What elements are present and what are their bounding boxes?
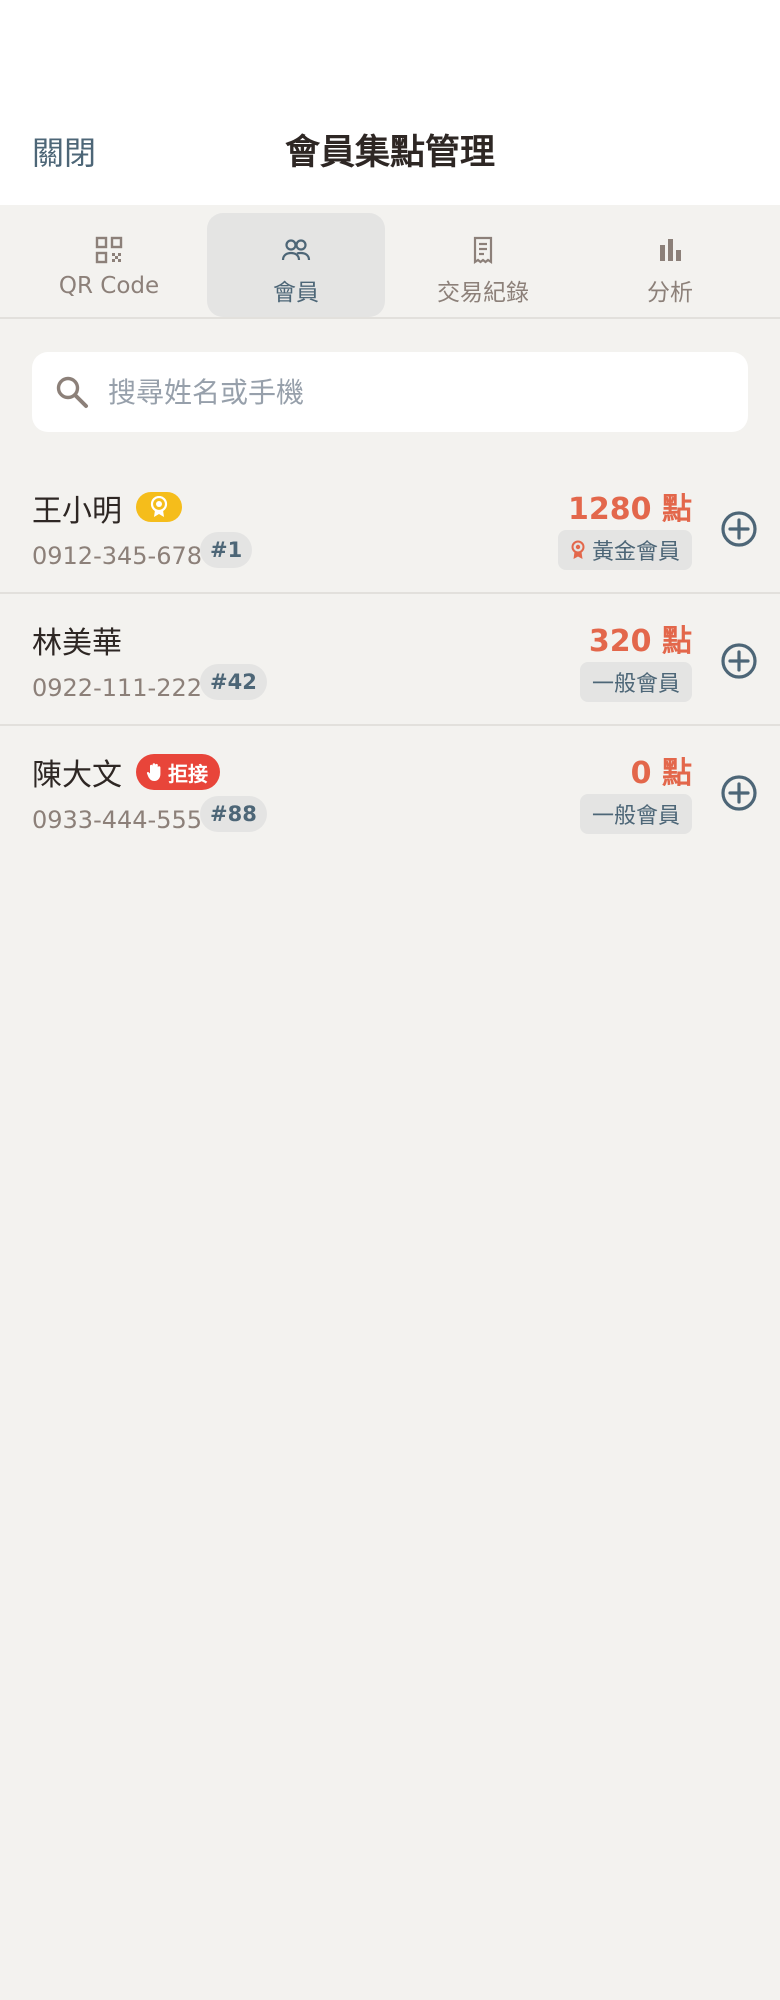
reject-badge: 拒接 xyxy=(136,754,220,790)
tab-members[interactable]: 會員 xyxy=(207,213,385,317)
list-item[interactable]: 陳大文 拒接 0933-444-555 #88 0 點 一般會員 xyxy=(0,726,780,858)
tab-label: 會員 xyxy=(273,280,319,306)
gold-badge xyxy=(136,492,182,522)
member-level: 黃金會員 xyxy=(591,540,680,565)
add-points-button[interactable] xyxy=(720,510,758,548)
page-title: 會員集點管理 xyxy=(284,133,495,173)
gold-medal-icon xyxy=(150,496,168,517)
member-level-badge: 黃金會員 xyxy=(557,530,692,570)
tab-transactions[interactable]: 交易紀錄 xyxy=(394,213,572,317)
hand-stop-icon xyxy=(146,763,161,781)
tab-label: QR Code xyxy=(58,273,160,299)
member-name: 王小明 xyxy=(32,494,122,529)
add-points-button[interactable] xyxy=(720,642,758,680)
list-item[interactable]: 王小明 0912-345-678 #1 1280 點 黃金會員 xyxy=(0,462,780,594)
receipt-icon xyxy=(473,236,493,265)
add-points-button[interactable] xyxy=(720,774,758,812)
list-item[interactable]: 林美華 0922-111-222 #42 320 點 一般會員 xyxy=(0,594,780,726)
member-phone: 0922-111-222 xyxy=(32,674,203,702)
tab-bar: QR Code 會員 交易紀錄 分析 xyxy=(0,205,780,319)
member-phone: 0912-345-678 xyxy=(32,542,203,570)
member-phone: 0933-444-555 xyxy=(32,806,203,834)
member-level: 一般會員 xyxy=(591,672,680,697)
medal-icon xyxy=(571,540,585,559)
member-number-tag: #1 xyxy=(200,532,253,568)
member-level-badge: 一般會員 xyxy=(579,662,692,702)
member-level-badge: 一般會員 xyxy=(579,794,692,834)
member-name: 林美華 xyxy=(32,626,122,661)
member-points: 1280 點 xyxy=(568,492,692,527)
bar-chart-icon xyxy=(660,239,681,261)
qr-code-icon xyxy=(95,236,123,264)
member-number-tag: #42 xyxy=(200,664,267,700)
member-points: 0 點 xyxy=(630,756,692,791)
search-icon xyxy=(56,376,88,408)
tab-label: 分析 xyxy=(647,280,693,306)
search-input[interactable] xyxy=(108,352,728,432)
search-box xyxy=(32,352,748,432)
member-name: 陳大文 xyxy=(32,758,122,793)
tab-analytics[interactable]: 分析 xyxy=(581,213,759,317)
header-bar: 關閉 會員集點管理 xyxy=(0,0,780,205)
tab-qr-code[interactable]: QR Code xyxy=(20,213,198,317)
member-number-tag: #88 xyxy=(200,796,267,832)
member-level: 一般會員 xyxy=(591,804,680,829)
tab-label: 交易紀錄 xyxy=(437,280,529,306)
members-icon xyxy=(281,239,311,261)
member-points: 320 點 xyxy=(588,624,692,659)
reject-label: 拒接 xyxy=(168,761,208,786)
